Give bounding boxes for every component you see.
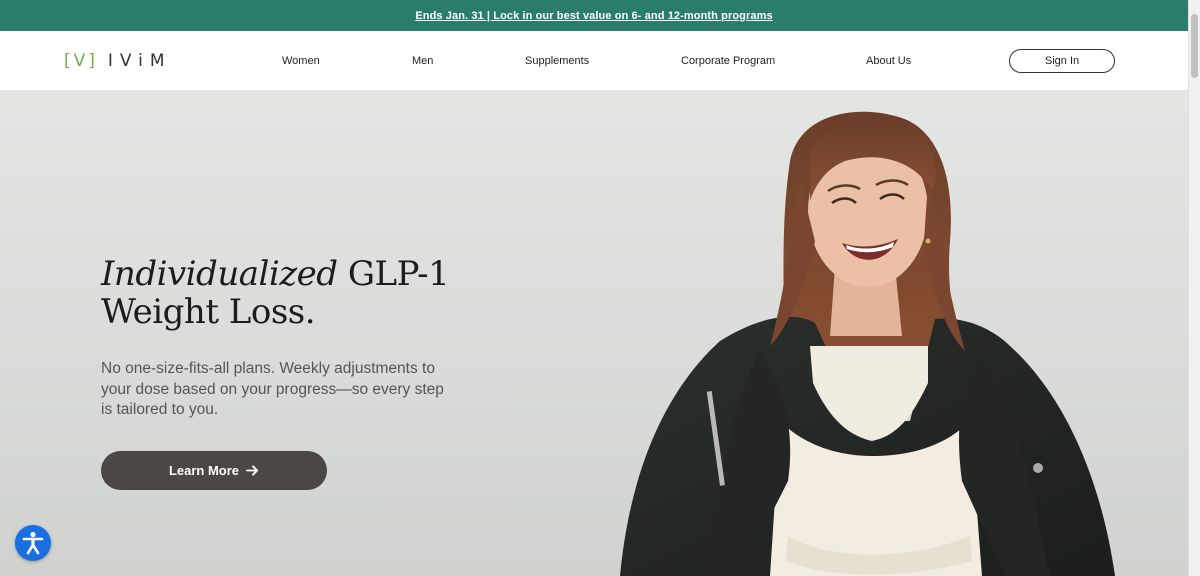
scrollbar-thumb[interactable]: [1191, 14, 1198, 78]
logo[interactable]: [V] IViM: [64, 49, 172, 73]
nav-item-about-us[interactable]: About Us: [866, 55, 911, 67]
learn-more-label: Learn More: [168, 463, 240, 478]
announcement-link[interactable]: Ends Jan. 31 | Lock in our best value on…: [415, 10, 772, 22]
page-scrollbar[interactable]: [1188, 0, 1200, 576]
arrow-right-icon: [246, 465, 259, 476]
accessibility-icon: [22, 531, 44, 555]
page: Ends Jan. 31 | Lock in our best value on…: [0, 0, 1200, 576]
hero-headline-rest: GLP-1: [347, 254, 450, 294]
hero-section: Individualized GLP-1 Weight Loss. No one…: [0, 91, 1188, 576]
site-header: [V] IViM Women Men Supplements Corporate…: [0, 31, 1188, 91]
nav-item-supplements[interactable]: Supplements: [525, 55, 589, 67]
logo-mark: [V]: [64, 51, 98, 71]
hero-headline-italic: Individualized: [101, 254, 338, 294]
hero-woman-photo: [620, 111, 1115, 576]
hero-subtext: No one-size-fits-all plans. Weekly adjus…: [101, 360, 444, 418]
hero-headline: Individualized GLP-1 Weight Loss.: [101, 254, 450, 332]
nav-item-men[interactable]: Men: [412, 55, 433, 67]
announcement-bar: Ends Jan. 31 | Lock in our best value on…: [0, 0, 1188, 31]
logo-wordmark: IViM: [107, 51, 172, 71]
nav-item-women[interactable]: Women: [282, 55, 320, 67]
sign-in-button[interactable]: Sign In: [1009, 49, 1115, 73]
accessibility-button[interactable]: [15, 525, 51, 561]
learn-more-button[interactable]: Learn More: [101, 451, 327, 490]
nav-item-corporate-program[interactable]: Corporate Program: [681, 55, 775, 67]
hero-headline-line2: Weight Loss.: [101, 292, 316, 332]
